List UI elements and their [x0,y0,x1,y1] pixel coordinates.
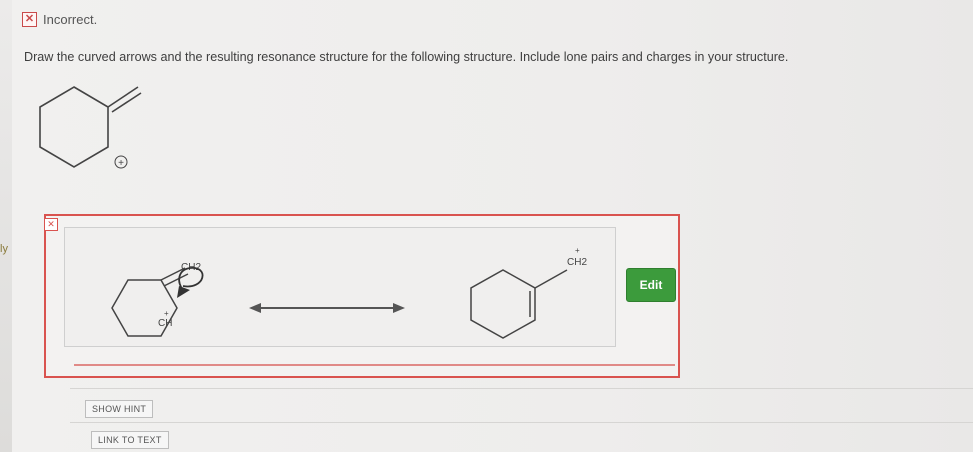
x-mark-icon: ✕ [22,12,37,27]
right-ring [470,269,536,339]
side-label: ly [0,243,8,255]
question-structure: + [39,86,142,169]
edit-button[interactable]: Edit [626,268,676,302]
status-incorrect: ✕ Incorrect. [22,12,97,27]
left-charge-label: + [164,309,169,318]
resonance-arrow-left-head-icon [249,303,261,313]
divider-1 [70,388,973,389]
answer-canvas[interactable]: CH2 CH + CH2 + [64,227,616,347]
right-charge-label: + [575,246,580,255]
plus-charge-label: + [118,158,124,169]
show-hint-button[interactable]: SHOW HINT [85,400,154,418]
status-text: Incorrect. [43,12,98,27]
left-ch-label: CH [158,318,172,329]
right-ch2-label: CH2 [567,257,587,268]
exocyclic-bond-2 [111,92,142,113]
curved-arrowhead-icon [177,286,190,298]
question-prompt: Draw the curved arrows and the resulting… [24,50,789,64]
answer-drawing: CH2 CH + CH2 + [111,246,587,339]
divider-2 [70,422,973,423]
resonance-arrow-right-head-icon [393,303,405,313]
left-exocyclic-bond-2 [163,273,189,287]
cyclohexane-ring [39,86,109,168]
right-substituent-bond [534,269,568,289]
link-to-text-button[interactable]: LINK TO TEXT [91,431,169,449]
answer-incorrect-icon: ✕ [44,218,58,231]
